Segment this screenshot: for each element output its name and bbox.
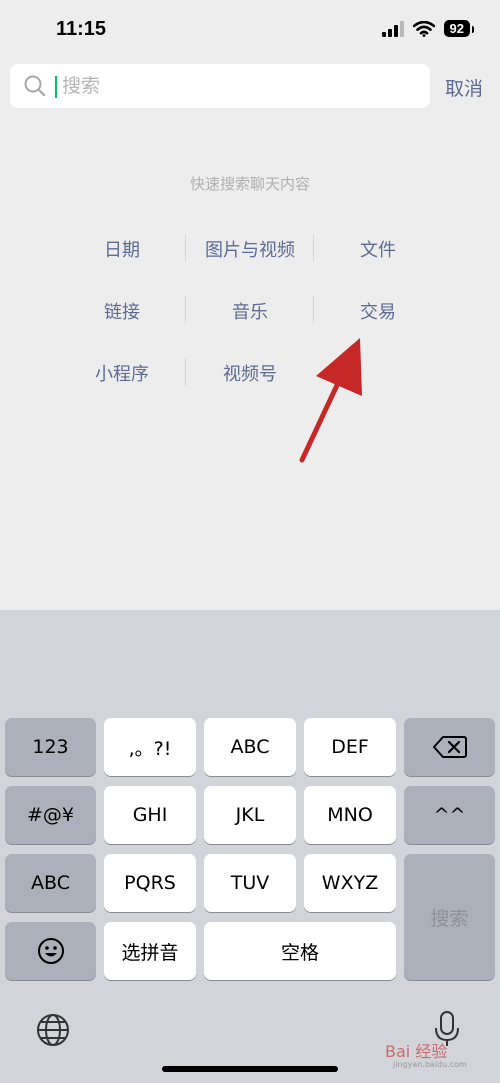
key-abc-switch[interactable]: ABC: [5, 854, 96, 912]
quick-search-hint: 快速搜索聊天内容: [189, 175, 310, 193]
quick-search-media[interactable]: 图片与视频: [186, 218, 314, 280]
key-mno[interactable]: MNO: [304, 786, 396, 844]
key-wxyz[interactable]: WXYZ: [304, 854, 396, 912]
emoji-key[interactable]: [5, 922, 96, 980]
key-punctuation[interactable]: ,。?!: [104, 718, 196, 776]
backspace-icon: [432, 736, 467, 758]
quick-search-links[interactable]: 链接: [58, 280, 186, 342]
key-def[interactable]: DEF: [304, 718, 396, 776]
quick-search-mini-programs[interactable]: 小程序: [58, 342, 186, 404]
quick-search-channels[interactable]: 视频号: [186, 342, 314, 404]
space-key[interactable]: 空格: [204, 922, 396, 980]
quick-search-music[interactable]: 音乐: [186, 280, 314, 342]
key-pinyin[interactable]: 选拼音: [104, 922, 196, 980]
key-jkl[interactable]: JKL: [204, 786, 296, 844]
globe-icon[interactable]: [35, 1012, 71, 1048]
status-icons: 92: [381, 20, 475, 37]
quick-search-grid: 日期 图片与视频 文件 链接 音乐 交易 小程序 视频号: [58, 218, 442, 404]
watermark-url: jingyan.baidu.com: [393, 1060, 467, 1069]
quick-search-transactions[interactable]: 交易: [314, 280, 442, 342]
keyboard: [0, 610, 500, 1083]
status-bar: 11:15 92: [0, 0, 500, 60]
quick-search-files[interactable]: 文件: [314, 218, 442, 280]
key-emoticon[interactable]: ^^: [404, 786, 495, 844]
key-abc[interactable]: ABC: [204, 718, 296, 776]
search-input[interactable]: [62, 72, 422, 100]
cancel-button[interactable]: 取消: [445, 74, 483, 101]
home-indicator: [162, 1066, 338, 1072]
cellular-signal-icon: [381, 20, 404, 37]
status-time: 11:15: [56, 18, 107, 40]
quick-search-date[interactable]: 日期: [58, 218, 186, 280]
key-tuv[interactable]: TUV: [204, 854, 296, 912]
emoji-icon: [37, 938, 64, 964]
search-bar: [10, 64, 430, 108]
key-ghi[interactable]: GHI: [104, 786, 196, 844]
search-icon: [24, 75, 46, 97]
watermark-logo: Bai 经验: [385, 1042, 448, 1061]
backspace-key[interactable]: [404, 718, 495, 776]
text-cursor: [55, 76, 57, 98]
key-pqrs[interactable]: PQRS: [104, 854, 196, 912]
key-123[interactable]: 123: [5, 718, 96, 776]
key-symbols[interactable]: #@¥: [5, 786, 96, 844]
wifi-icon: [412, 20, 435, 37]
battery-icon: 92: [443, 20, 475, 37]
search-key[interactable]: 搜索: [404, 854, 495, 980]
